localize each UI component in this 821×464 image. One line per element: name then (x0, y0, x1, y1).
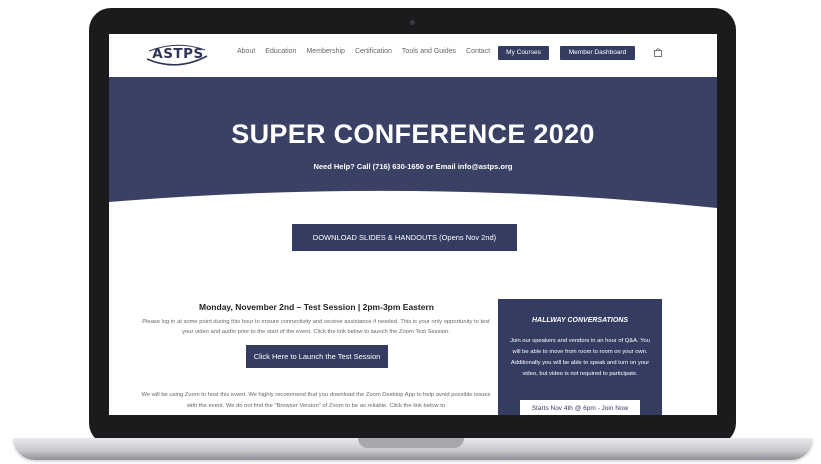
nav-about[interactable]: About (237, 48, 255, 55)
main-nav: About Education Membership Certification… (237, 48, 490, 55)
nav-membership[interactable]: Membership (306, 48, 345, 55)
site-logo[interactable]: ASTPS (145, 42, 209, 68)
my-courses-button[interactable]: My Courses (498, 46, 549, 60)
card-title: HALLWAY CONVERSATIONS (531, 317, 629, 324)
zoom-instructions: We will be using Zoom to host this event… (141, 392, 491, 409)
session-description: Please log in at some point during this … (142, 319, 490, 335)
member-dashboard-button[interactable]: Member Dashboard (560, 46, 635, 60)
hero-banner: SUPER CONFERENCE 2020 Need Help? Call (7… (109, 77, 717, 217)
launch-test-session-button[interactable]: Click Here to Launch the Test Session (246, 345, 388, 368)
card-description: Join our speakers and vendors in an hour… (510, 338, 650, 377)
session-title: Monday, November 2nd – Test Session | 2p… (199, 302, 434, 312)
nav-education[interactable]: Education (265, 48, 296, 55)
hero-title: SUPER CONFERENCE 2020 (231, 119, 595, 149)
webcam-icon (410, 20, 415, 25)
hallway-conversations-card: HALLWAY CONVERSATIONS Join our speakers … (498, 299, 662, 415)
nav-certification[interactable]: Certification (355, 48, 392, 55)
join-now-button[interactable]: Starts Nov 4th @ 6pm - Join Now (520, 400, 640, 415)
nav-contact[interactable]: Contact (466, 48, 490, 55)
hero-subtitle: Need Help? Call (716) 630-1650 or Email … (313, 162, 513, 171)
download-slides-button[interactable]: DOWNLOAD SLIDES & HANDOUTS (Opens Nov 2n… (292, 224, 517, 251)
logo-text: ASTPS (152, 46, 204, 62)
nav-tools-and-guides[interactable]: Tools and Guides (402, 48, 456, 55)
laptop-notch (358, 438, 464, 448)
shopping-bag-icon[interactable] (654, 48, 662, 57)
site-header: ASTPS About Education Membership Certifi… (109, 34, 717, 77)
laptop-screen: ASTPS About Education Membership Certifi… (109, 34, 717, 415)
